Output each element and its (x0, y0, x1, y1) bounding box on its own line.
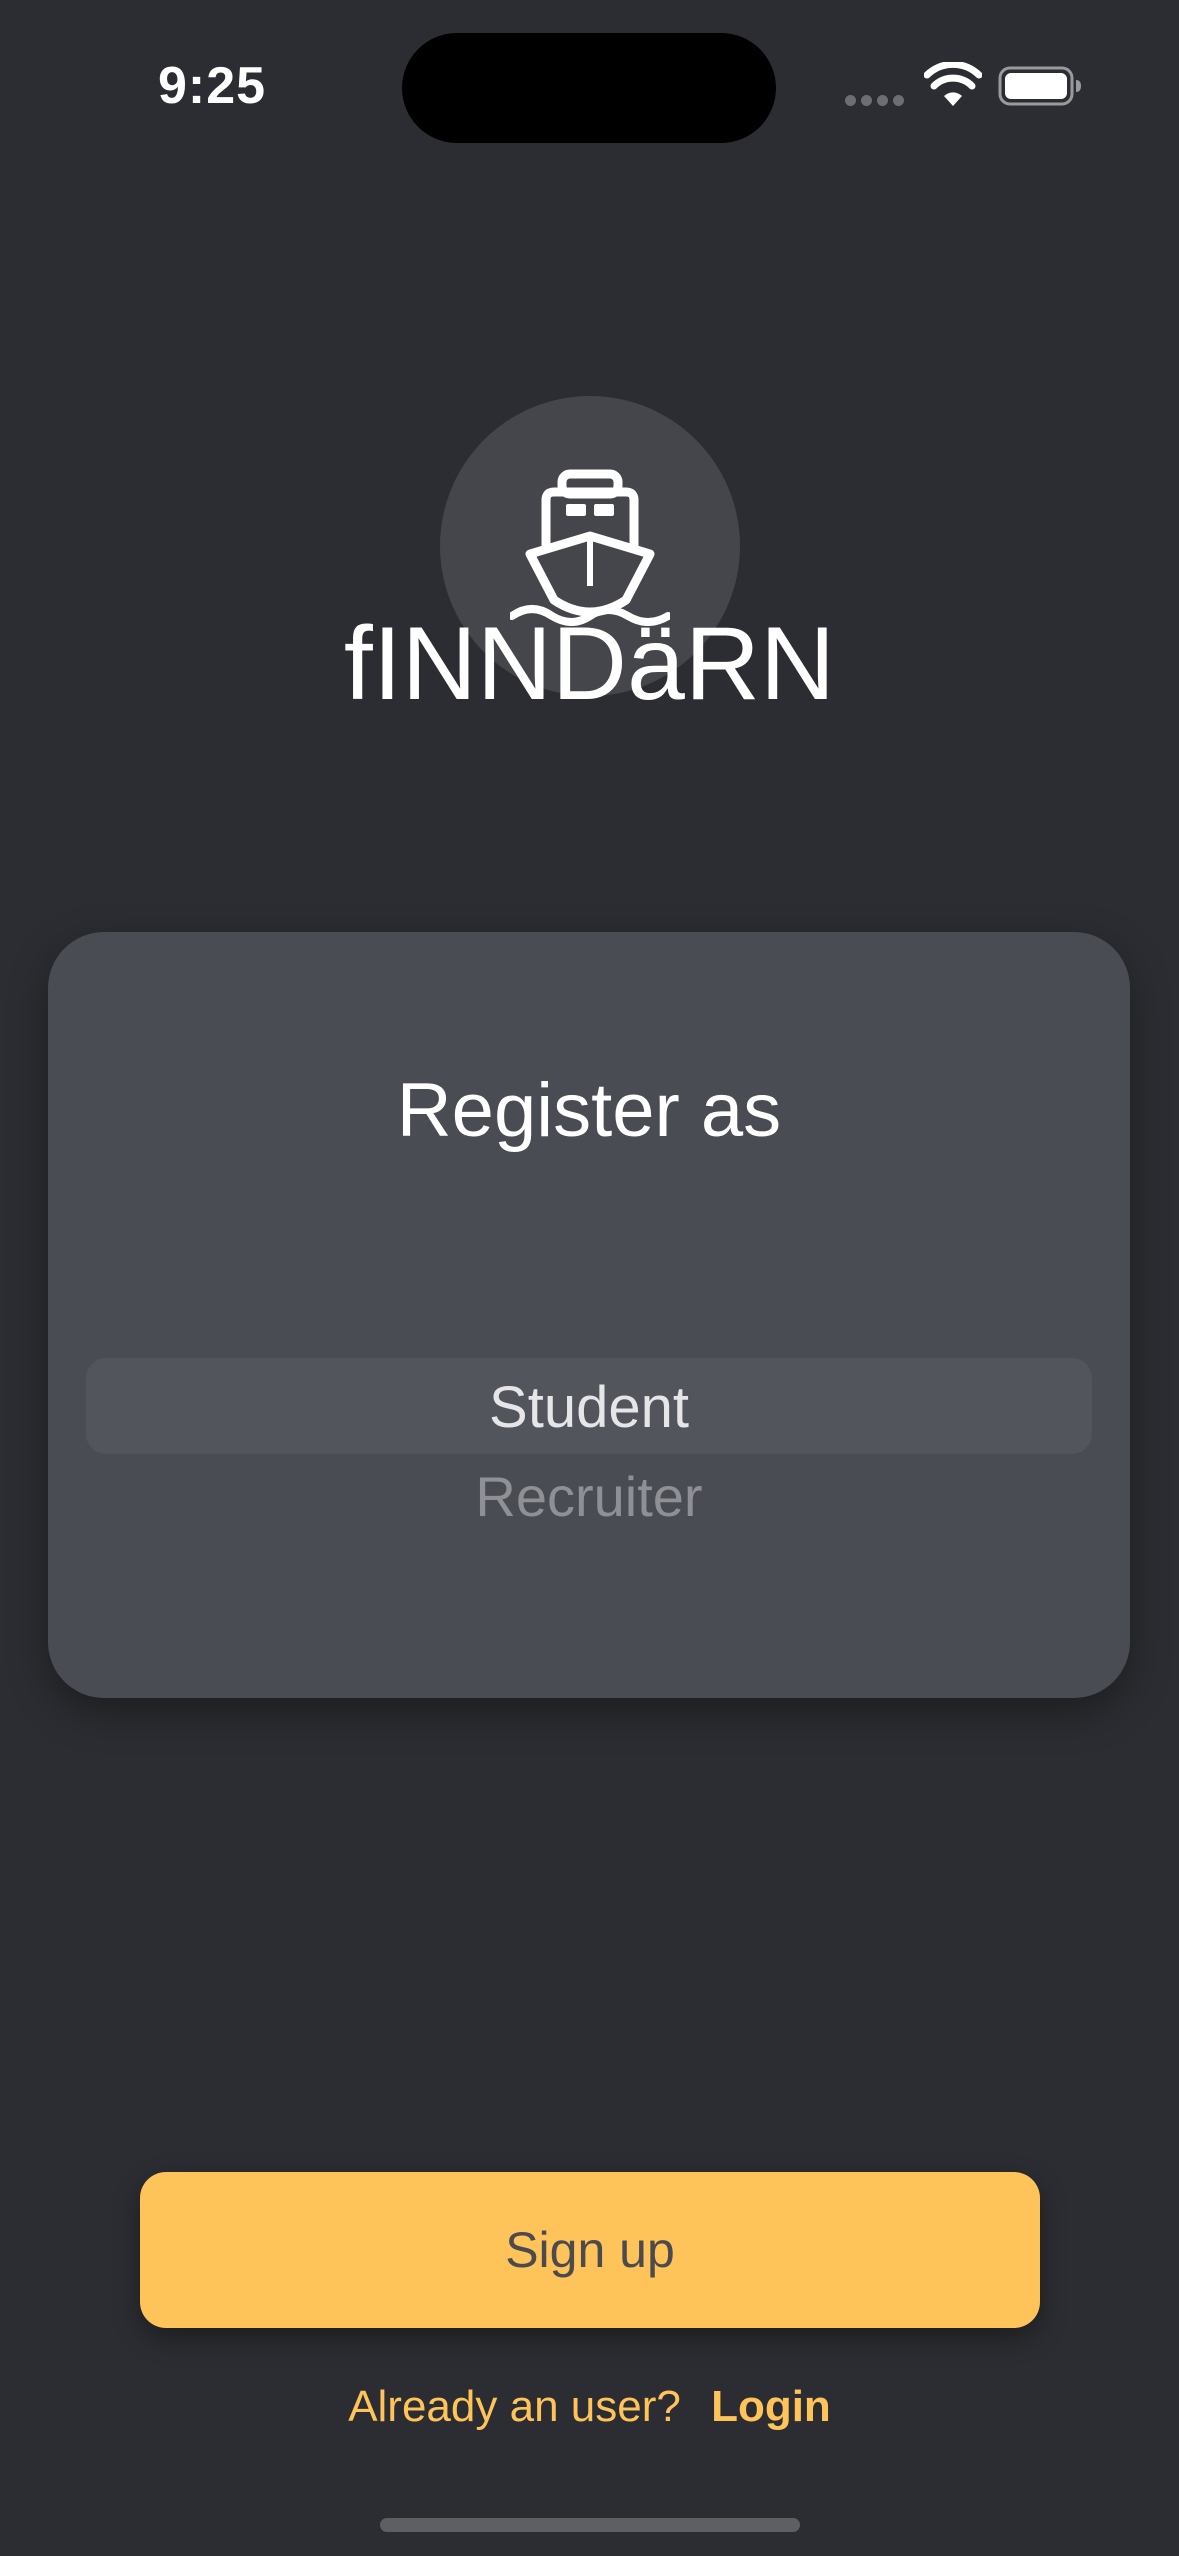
status-time: 9:25 (158, 57, 267, 115)
sign-up-button[interactable]: Sign up (140, 2172, 1040, 2328)
login-link[interactable]: Login (711, 2382, 831, 2431)
ship-icon (510, 469, 670, 626)
register-title: Register as (396, 1068, 782, 1153)
app-name: fINNDäRN (343, 606, 836, 722)
picker-option-recruiter[interactable]: Recruiter (48, 1464, 1130, 1529)
picker-option-student[interactable]: Student (48, 1374, 1130, 1441)
home-indicator[interactable] (380, 2518, 800, 2532)
battery-icon (998, 66, 1081, 106)
register-card: Register as Student Recruiter (48, 932, 1130, 1698)
cellular-signal-icon (845, 95, 905, 107)
wifi-icon (924, 62, 982, 106)
login-row: Already an user? Login (0, 2382, 1179, 2432)
dynamic-island (402, 33, 776, 143)
login-prompt: Already an user? (348, 2382, 681, 2431)
